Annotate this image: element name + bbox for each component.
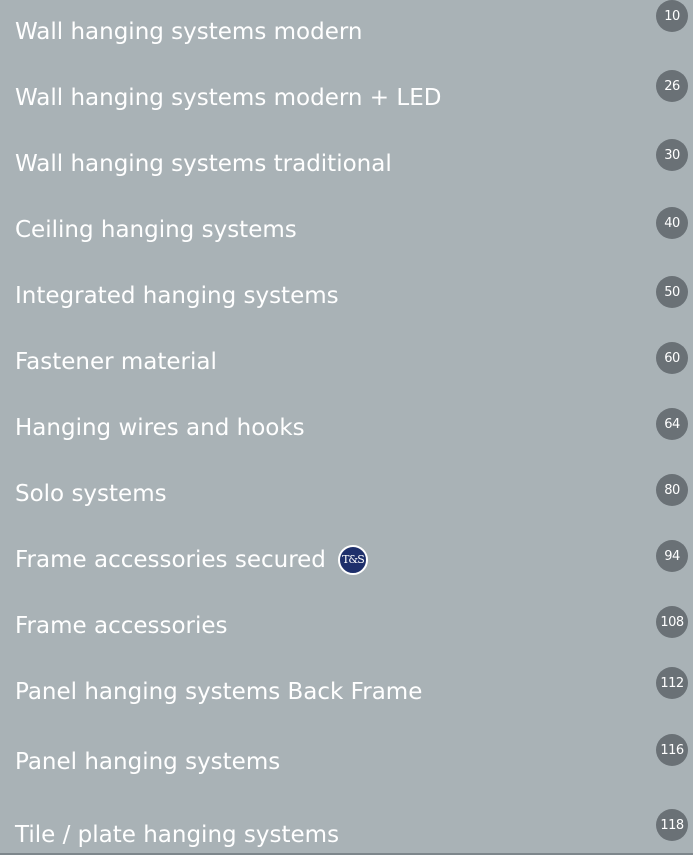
toc-item-frame-accessories-secured[interactable]: Frame accessories secured T&S 94 <box>0 540 693 580</box>
page-number-badge: 118 <box>656 809 688 841</box>
toc-item-label: Wall hanging systems modern + LED <box>15 85 442 111</box>
page-number-badge: 26 <box>656 70 688 102</box>
page-number-badge: 64 <box>656 408 688 440</box>
page-number-badge: 40 <box>656 207 688 239</box>
toc-item-label: Frame accessories secured T&S <box>15 540 368 580</box>
toc-item-label: Panel hanging systems <box>15 749 281 775</box>
toc-item-label-text: Frame accessories secured <box>15 547 326 573</box>
toc-item-ceiling-hanging[interactable]: Ceiling hanging systems 40 <box>0 207 693 250</box>
toc-item-hanging-wires-hooks[interactable]: Hanging wires and hooks 64 <box>0 408 693 448</box>
toc-item-label: Integrated hanging systems <box>15 283 339 309</box>
toc-item-label: Fastener material <box>15 349 217 375</box>
toc-item-wall-hanging-modern-led[interactable]: Wall hanging systems modern + LED 26 <box>0 70 693 118</box>
toc-item-label: Tile / plate hanging systems <box>15 822 340 848</box>
toc-item-frame-accessories[interactable]: Frame accessories 108 <box>0 606 693 646</box>
table-of-contents: Wall hanging systems modern 10 Wall hang… <box>0 0 693 855</box>
page-number-badge: 112 <box>656 667 688 699</box>
ts-logo-icon: T&S <box>337 545 368 575</box>
page-number-badge: 108 <box>656 606 688 638</box>
toc-item-wall-hanging-modern[interactable]: Wall hanging systems modern 10 <box>0 0 693 52</box>
page-number-badge: 30 <box>656 139 688 171</box>
toc-item-solo-systems[interactable]: Solo systems 80 <box>0 474 693 514</box>
toc-item-panel-hanging-back-frame[interactable]: Panel hanging systems Back Frame 112 <box>0 667 693 712</box>
toc-item-label: Panel hanging systems Back Frame <box>15 679 423 705</box>
toc-item-label: Wall hanging systems modern <box>15 19 363 45</box>
toc-item-tile-plate-hanging[interactable]: Tile / plate hanging systems 118 <box>0 809 693 855</box>
page-number-badge: 60 <box>656 342 688 374</box>
page-number-badge: 10 <box>656 0 688 32</box>
toc-item-label: Hanging wires and hooks <box>15 415 305 441</box>
page-number-badge: 116 <box>656 734 688 766</box>
toc-item-integrated-hanging[interactable]: Integrated hanging systems 50 <box>0 276 693 316</box>
toc-item-fastener-material[interactable]: Fastener material 60 <box>0 342 693 382</box>
toc-item-label: Solo systems <box>15 481 167 507</box>
toc-item-label: Frame accessories <box>15 613 228 639</box>
page-number-badge: 80 <box>656 474 688 506</box>
toc-item-panel-hanging[interactable]: Panel hanging systems 116 <box>0 734 693 782</box>
toc-item-label: Ceiling hanging systems <box>15 217 297 243</box>
page-number-badge: 94 <box>656 540 688 572</box>
page-number-badge: 50 <box>656 276 688 308</box>
toc-item-label: Wall hanging systems traditional <box>15 151 392 177</box>
toc-item-wall-hanging-traditional[interactable]: Wall hanging systems traditional 30 <box>0 139 693 184</box>
